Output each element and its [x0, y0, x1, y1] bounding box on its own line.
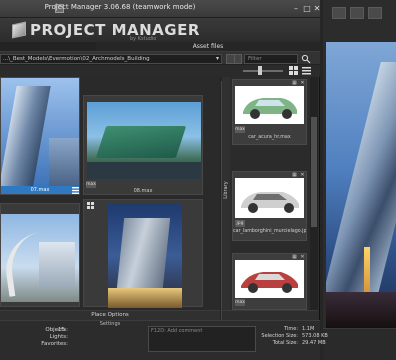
library-item[interactable]: ▦ ✕ max car_acura_hr.max — [232, 79, 307, 145]
list-view-icon[interactable] — [302, 66, 311, 75]
size-labels: Time: Selection Size: Total Size: — [261, 326, 298, 346]
asset-thumbnail[interactable]: max 08.max — [83, 95, 203, 195]
file-type-badge: max — [235, 299, 245, 306]
thumbnail-size-slider[interactable] — [243, 70, 283, 72]
place-options-button[interactable]: Place Options — [0, 310, 220, 320]
desktop: Project Manager 3.06.68 (teamwork mode) … — [0, 0, 396, 360]
status-values: 15 — [58, 327, 65, 333]
viewport-render-image — [326, 42, 396, 328]
tower-render — [326, 62, 396, 328]
close-icon[interactable]: ✕ — [312, 4, 322, 14]
viewport-tool-icon[interactable] — [332, 7, 346, 19]
folder-dropdown-button[interactable] — [234, 54, 242, 64]
viewport-toolbar — [326, 2, 396, 24]
comment-field[interactable]: F12D: Add comment — [148, 326, 256, 352]
window-title: Project Manager 3.06.68 (teamwork mode) — [44, 3, 196, 11]
logo-cube-icon — [12, 21, 26, 39]
viewport-tool-icon[interactable] — [368, 7, 382, 19]
tab-asset-files[interactable]: Asset files — [96, 42, 320, 51]
asset-caption: 08.max — [133, 188, 153, 194]
library-tab[interactable]: Library — [222, 77, 230, 310]
file-type-badge: max — [235, 126, 245, 133]
grid-view-icon[interactable] — [289, 66, 298, 75]
menu-icon[interactable] — [72, 187, 79, 194]
asset-caption: 07.max — [1, 186, 79, 194]
library-bottom-bar — [222, 310, 318, 320]
library-item[interactable]: ▦ ✕ jpg car_lamborghini_murcielago.jpg — [232, 171, 307, 241]
viewport-bottom-bar — [323, 328, 396, 360]
project-manager-window: Project Manager 3.06.68 (teamwork mode) … — [0, 0, 328, 360]
chevron-down-icon[interactable]: ▾ — [216, 55, 222, 63]
library-scrollbar[interactable] — [310, 77, 318, 310]
filter-input[interactable]: Filter — [244, 54, 298, 64]
car-image — [241, 272, 298, 293]
path-toolbar: ...\_Best_Models\Evermotion\02_Archmodel… — [0, 51, 320, 65]
search-icon[interactable] — [301, 54, 311, 64]
slider-handle[interactable] — [258, 66, 262, 75]
path-field[interactable]: ...\_Best_Models\Evermotion\02_Archmodel… — [0, 54, 222, 64]
viewport-tool-icon[interactable] — [350, 7, 364, 19]
logo-bar: PROJECT MANAGER by Kstudio — [0, 18, 320, 42]
car-image — [241, 192, 299, 213]
minimize-icon[interactable]: – — [291, 4, 301, 14]
status-bar: Settings Objects: Lights: Favorites: 15 … — [0, 320, 328, 360]
car-image — [243, 98, 297, 119]
app-logo: PROJECT MANAGER by Kstudio — [12, 20, 200, 42]
grid-glyph-icon — [87, 202, 94, 209]
asset-thumbnail[interactable] — [83, 199, 203, 308]
asset-thumbnail[interactable] — [0, 203, 80, 307]
library-panel: ▦ ✕ max car_acura_hr.max ▦ ✕ jpg car_lam… — [230, 77, 310, 310]
maximize-icon[interactable]: □ — [302, 4, 312, 14]
asset-grid: 07.max max 08.max — [0, 77, 220, 310]
asset-thumbnail[interactable]: 07.max — [0, 77, 80, 195]
library-item[interactable]: ▦ ✕ max — [232, 253, 307, 310]
size-values: 1.1M 573.08 KB 29.47 MB — [302, 326, 328, 346]
title-bar[interactable]: Project Manager 3.06.68 (teamwork mode) … — [0, 0, 320, 18]
file-type-badge: jpg — [235, 220, 245, 227]
